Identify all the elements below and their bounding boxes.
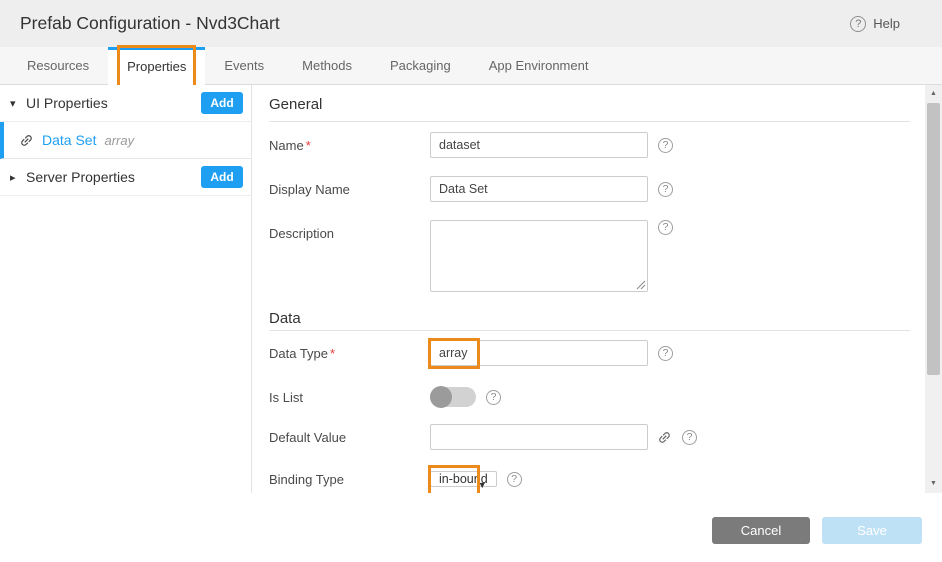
sidebar-item-dataset[interactable]: Data Set array xyxy=(0,122,251,159)
binding-type-select[interactable]: in-bound ▼ xyxy=(430,471,497,487)
description-field-frame xyxy=(430,220,648,292)
chevron-down-icon: ▾ xyxy=(10,97,26,110)
add-server-property-button[interactable]: Add xyxy=(201,166,243,188)
property-form: General Name* ? Display Name ? Descripti… xyxy=(252,85,925,493)
section-title-general: General xyxy=(269,85,910,122)
is-list-label: Is List xyxy=(269,390,430,405)
sidebar-item-dataset-label: Data Set xyxy=(42,132,96,148)
scroll-down-icon[interactable]: ▼ xyxy=(925,477,942,491)
data-type-row: Data Type* ? xyxy=(269,340,925,366)
default-value-row: Default Value ? xyxy=(269,424,925,450)
description-row: Description ? xyxy=(269,220,925,292)
properties-sidebar: ▾ UI Properties Add Data Set array ▸ Ser… xyxy=(0,85,252,493)
tab-packaging-label: Packaging xyxy=(390,58,451,73)
server-properties-group-label: Server Properties xyxy=(26,169,201,185)
ui-properties-group-header[interactable]: ▾ UI Properties Add xyxy=(0,85,251,122)
tab-resources[interactable]: Resources xyxy=(8,47,108,84)
is-list-toggle[interactable] xyxy=(430,387,476,407)
dropdown-caret-icon: ▼ xyxy=(478,472,487,493)
default-value-input[interactable] xyxy=(430,424,648,450)
vertical-scrollbar[interactable]: ▲ ▼ xyxy=(925,85,942,493)
description-help-icon[interactable]: ? xyxy=(658,220,673,235)
chevron-right-icon: ▸ xyxy=(10,171,26,184)
default-value-label: Default Value xyxy=(269,430,430,445)
scroll-up-icon[interactable]: ▲ xyxy=(925,87,942,101)
help-label: Help xyxy=(873,16,900,31)
required-asterisk: * xyxy=(330,346,335,361)
tab-methods-label: Methods xyxy=(302,58,352,73)
dialog-body: ▾ UI Properties Add Data Set array ▸ Ser… xyxy=(0,85,942,493)
prefab-configuration-dialog: Prefab Configuration - Nvd3Chart ? Help … xyxy=(0,0,942,562)
dialog-header: Prefab Configuration - Nvd3Chart ? Help xyxy=(0,0,942,47)
data-type-label: Data Type* xyxy=(269,346,430,361)
link-icon xyxy=(16,129,37,150)
binding-type-label: Binding Type xyxy=(269,472,430,487)
name-row: Name* ? xyxy=(269,132,925,158)
tab-properties[interactable]: Properties xyxy=(108,47,205,85)
description-label: Description xyxy=(269,220,430,241)
annotation-box-properties-tab xyxy=(117,45,196,89)
binding-type-row: Binding Type in-bound ▼ ? xyxy=(269,467,925,491)
default-value-help-icon[interactable]: ? xyxy=(682,430,697,445)
data-type-help-icon[interactable]: ? xyxy=(658,346,673,361)
is-list-row: Is List ? xyxy=(269,387,925,407)
name-input[interactable] xyxy=(430,132,648,158)
tab-events-label: Events xyxy=(224,58,264,73)
name-label: Name* xyxy=(269,138,430,153)
description-textarea[interactable] xyxy=(431,221,647,291)
tab-app-environment[interactable]: App Environment xyxy=(470,47,608,84)
tab-bar: Resources Properties Events Methods Pack… xyxy=(0,47,942,85)
binding-type-help-icon[interactable]: ? xyxy=(507,472,522,487)
display-name-input[interactable] xyxy=(430,176,648,202)
toggle-knob xyxy=(430,386,452,408)
tab-app-environment-label: App Environment xyxy=(489,58,589,73)
sidebar-item-dataset-type: array xyxy=(104,133,134,148)
tab-methods[interactable]: Methods xyxy=(283,47,371,84)
resize-handle-icon[interactable] xyxy=(636,280,646,290)
scrollbar-thumb[interactable] xyxy=(927,103,940,375)
server-properties-group-header[interactable]: ▸ Server Properties Add xyxy=(0,159,251,196)
data-type-input[interactable] xyxy=(430,340,648,366)
tab-resources-label: Resources xyxy=(27,58,89,73)
tab-events[interactable]: Events xyxy=(205,47,283,84)
ui-properties-group-label: UI Properties xyxy=(26,95,201,111)
help-button[interactable]: ? Help xyxy=(850,0,900,47)
help-icon: ? xyxy=(850,16,866,32)
bind-variable-icon[interactable] xyxy=(654,426,675,447)
display-name-label: Display Name xyxy=(269,182,430,197)
name-help-icon[interactable]: ? xyxy=(658,138,673,153)
section-title-data: Data xyxy=(269,292,910,331)
display-name-row: Display Name ? xyxy=(269,176,925,202)
page-title: Prefab Configuration - Nvd3Chart xyxy=(20,0,280,47)
is-list-help-icon[interactable]: ? xyxy=(486,390,501,405)
save-button[interactable]: Save xyxy=(822,517,922,544)
display-name-help-icon[interactable]: ? xyxy=(658,182,673,197)
required-asterisk: * xyxy=(306,138,311,153)
add-ui-property-button[interactable]: Add xyxy=(201,92,243,114)
tab-packaging[interactable]: Packaging xyxy=(371,47,470,84)
dialog-footer: Cancel Save xyxy=(0,493,942,562)
cancel-button[interactable]: Cancel xyxy=(712,517,810,544)
